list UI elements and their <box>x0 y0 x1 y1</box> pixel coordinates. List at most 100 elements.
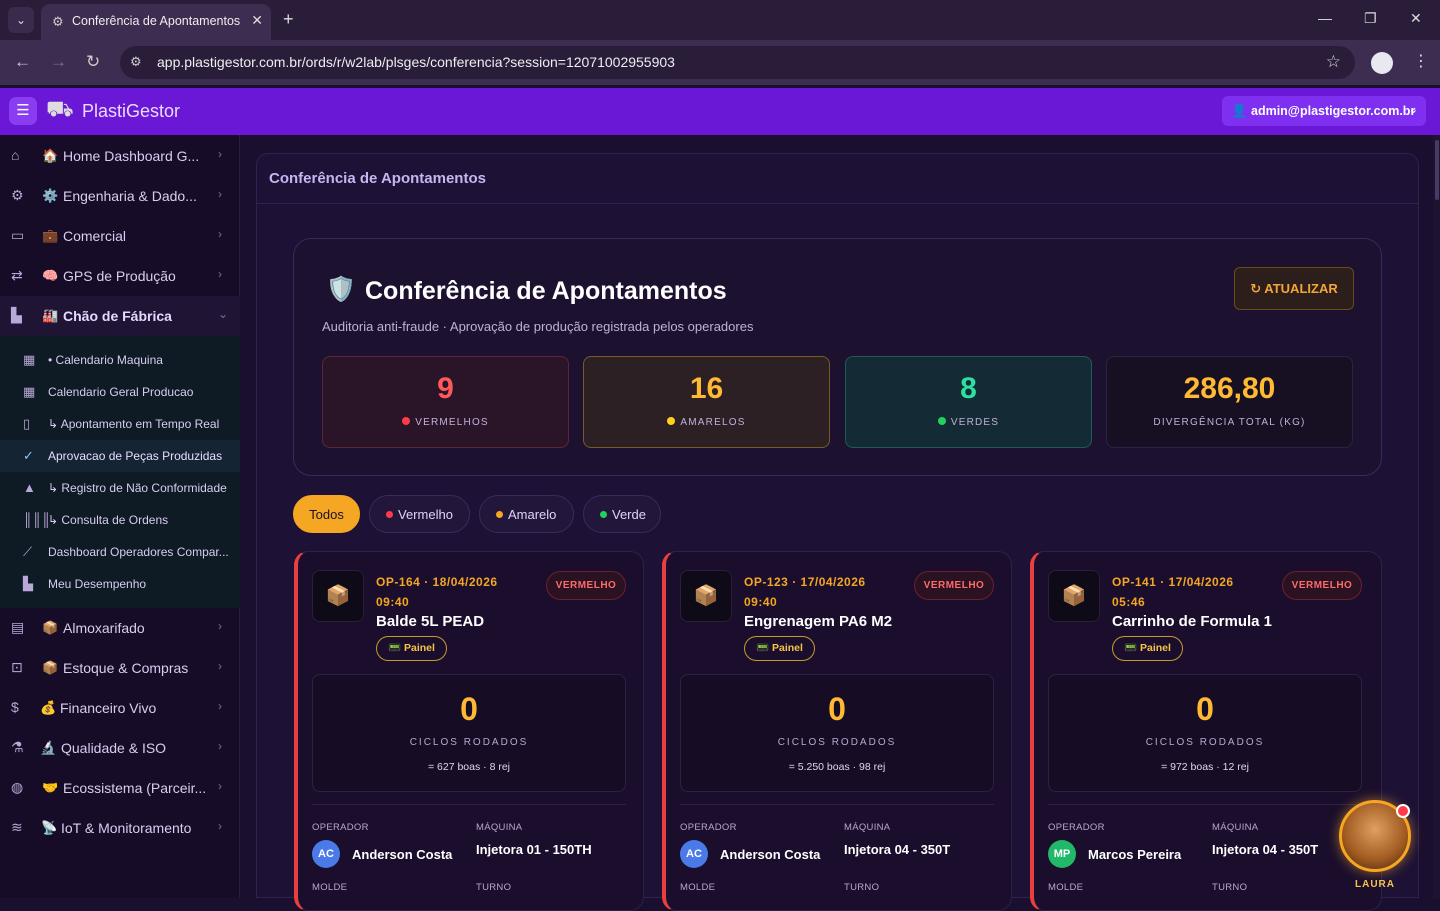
filter-red-label: Vermelho <box>398 507 453 522</box>
sidebar-item-iot[interactable]: ≋ 📡 IoT & Monitoramento › <box>0 808 240 848</box>
back-icon[interactable]: ← <box>14 52 31 72</box>
sidebar-subitem-calendario-maquina[interactable]: ▦ • Calendario Maquina <box>0 344 240 376</box>
machine-name: Injetora 04 - 350T <box>1212 842 1319 857</box>
bookmark-star-icon[interactable]: ☆ <box>1326 52 1341 72</box>
notification-dot-icon <box>1396 804 1410 818</box>
sidebar-subitem-aprovacao[interactable]: ✓ Aprovacao de Peças Produzidas <box>0 440 240 472</box>
site-info-icon[interactable]: ⚙ <box>130 54 142 70</box>
shift-label: TURNO <box>1212 882 1248 893</box>
page-title: Conferência de Apontamentos <box>365 277 727 305</box>
machine-label: MÁQUINA <box>844 822 891 833</box>
user-icon: 👤 <box>1231 103 1248 118</box>
mold-label: MOLDE <box>1048 882 1084 893</box>
cycles-label: CICLOS RODADOS <box>1145 737 1265 748</box>
kpi-green-label: VERDES <box>950 417 1000 428</box>
filter-green-button[interactable]: Verde <box>583 495 661 533</box>
profile-avatar[interactable] <box>1371 52 1393 74</box>
sidebar-item-label: Home Dashboard G... <box>63 148 200 164</box>
tab-title: Conferência de Apontamentos <box>72 14 241 28</box>
forward-icon[interactable]: → <box>50 52 67 72</box>
filter-red-button[interactable]: Vermelho <box>369 495 470 533</box>
tab-search-button[interactable]: ⌄ <box>8 7 34 33</box>
dollar-icon: $ <box>11 699 19 715</box>
route-icon: ⇄ <box>11 267 23 283</box>
filter-yellow-button[interactable]: Amarelo <box>479 495 574 533</box>
reload-icon[interactable]: ↻ <box>86 52 100 72</box>
minimize-icon[interactable]: — <box>1318 10 1332 26</box>
product-name: Balde 5L PEAD <box>376 613 485 630</box>
sidebar-subitem-dashboard-operadores[interactable]: ⟋ Dashboard Operadores Compar... <box>0 536 240 568</box>
sidebar-subitem-meu-desempenho[interactable]: ▙ Meu Desempenho <box>0 568 240 600</box>
sidebar-subitem-apontamento[interactable]: ▯ ↳ Apontamento em Tempo Real <box>0 408 240 440</box>
sidebar-item-almoxarifado[interactable]: ▤ 📦 Almoxarifado › <box>0 608 240 648</box>
sidebar-item-estoque[interactable]: ⊡ 📦 Estoque & Compras › <box>0 648 240 688</box>
factory-icon: ▙ <box>11 307 22 323</box>
sidebar-item-financeiro[interactable]: $ 💰 Financeiro Vivo › <box>0 688 240 728</box>
assistant-launcher[interactable]: LAURA <box>1325 792 1425 892</box>
sidebar-subitem-label: ↳ Apontamento em Tempo Real <box>48 417 220 431</box>
red-dot-icon <box>402 417 411 426</box>
product-image-icon: 📦 <box>1048 570 1100 622</box>
operator-avatar: MP <box>1048 840 1076 868</box>
chevron-right-icon: › <box>218 187 222 201</box>
kpi-red-value: 9 <box>437 372 454 405</box>
chevron-right-icon: › <box>218 227 222 241</box>
url-input[interactable]: ⚙ app.plastigestor.com.br/ords/r/w2lab/p… <box>120 46 1355 79</box>
chevron-right-icon: › <box>218 699 222 713</box>
chevron-down-icon: ⌄ <box>1408 104 1418 116</box>
operator-label: OPERADOR <box>312 822 369 833</box>
microscope-emoji-icon: 🔬 <box>40 740 57 755</box>
sidebar-subitem-label: ↳ Consulta de Ordens <box>48 513 169 527</box>
sidebar-subitem-consulta-ordens[interactable]: ║║║ ↳ Consulta de Ordens <box>0 504 240 536</box>
kpi-green-value: 8 <box>960 372 977 405</box>
user-menu-button[interactable]: 👤 admin@plastigestor.com.br ⌄ <box>1222 96 1426 126</box>
page-scrollbar[interactable] <box>1433 135 1440 898</box>
sidebar-subitem-label: Aprovacao de Peças Produzidas <box>48 449 223 463</box>
new-tab-icon[interactable]: + <box>283 9 294 30</box>
page-scrollbar-thumb[interactable] <box>1435 140 1439 200</box>
wifi-icon: ≋ <box>11 819 23 835</box>
restore-icon[interactable]: ❐ <box>1364 10 1377 27</box>
box-emoji-icon: 📦 <box>42 660 59 675</box>
filter-all-button[interactable]: Todos <box>293 495 360 533</box>
calendar-icon: ▦ <box>23 384 36 399</box>
sidebar-item-gps[interactable]: ⇄ 🧠 GPS de Produção › <box>0 256 240 296</box>
production-card[interactable]: 📦 OP-123 · 17/04/2026 09:40 VERMELHO Eng… <box>662 551 1012 911</box>
tab-close-icon[interactable]: ✕ <box>251 12 263 29</box>
close-window-icon[interactable]: ✕ <box>1410 10 1422 27</box>
sidebar-item-comercial[interactable]: ▭ 💼 Comercial › <box>0 216 240 256</box>
menu-toggle-icon[interactable]: ☰ <box>9 97 37 125</box>
sidebar-item-ecossistema[interactable]: ◍ 🤝 Ecossistema (Parceir... › <box>0 768 240 808</box>
microscope-icon: ⚗ <box>11 739 24 755</box>
sidebar-item-home[interactable]: ⌂ 🏠 Home Dashboard G... › <box>0 136 240 176</box>
cart-icon: ⊡ <box>11 659 23 675</box>
browser-menu-icon[interactable]: ⋮ <box>1413 51 1429 71</box>
sidebar-subitem-label: • Calendario Maquina <box>48 353 163 367</box>
chevron-right-icon: › <box>218 739 222 753</box>
chevron-right-icon: › <box>218 619 222 633</box>
sidebar-item-chao-de-fabrica[interactable]: ▙ 🏭 Chão de Fábrica ⌄ <box>0 296 240 336</box>
line-chart-icon: ⟋ <box>23 544 33 559</box>
production-card[interactable]: 📦 OP-164 · 18/04/2026 09:40 VERMELHO Bal… <box>294 551 644 911</box>
mold-label: MOLDE <box>680 882 716 893</box>
address-bar: ← → ↻ ⚙ app.plastigestor.com.br/ords/r/w… <box>0 40 1440 85</box>
cycles-value: 0 <box>1196 691 1214 727</box>
gear-emoji-icon: ⚙️ <box>42 188 59 203</box>
refresh-button[interactable]: ↻ ATUALIZAR <box>1234 267 1354 310</box>
sidebar-item-engenharia[interactable]: ⚙ ⚙️ Engenharia & Dado... › <box>0 176 240 216</box>
cycles-box: 0 CICLOS RODADOS = 627 boas · 8 rej <box>312 674 626 792</box>
card-order-info: OP-164 · 18/04/2026 09:40 <box>376 575 498 609</box>
browser-tab[interactable]: ⚙ Conferência de Apontamentos ✕ <box>41 4 271 40</box>
yellow-dot-icon <box>496 511 503 519</box>
cycles-value: 0 <box>828 691 846 727</box>
sidebar-subgroup: ▦ • Calendario Maquina ▦ Calendario Gera… <box>0 336 240 608</box>
sidebar: ⌂ 🏠 Home Dashboard G... › ⚙ ⚙️ Engenhari… <box>0 135 240 898</box>
yellow-dot-icon <box>667 417 676 426</box>
source-tag: 📟 Painel <box>376 636 447 661</box>
sidebar-item-label: Almoxarifado <box>63 620 145 636</box>
kpi-yellow-label: AMARELOS <box>680 417 746 428</box>
sidebar-item-qualidade[interactable]: ⚗ 🔬 Qualidade & ISO › <box>0 728 240 768</box>
sidebar-subitem-nao-conformidade[interactable]: ▲ ↳ Registro de Não Conformidade <box>0 472 240 504</box>
sidebar-subitem-calendario-geral[interactable]: ▦ Calendario Geral Producao <box>0 376 240 408</box>
kpi-divergence-card: 286,80 DIVERGÊNCIA TOTAL (KG) <box>1106 356 1353 448</box>
